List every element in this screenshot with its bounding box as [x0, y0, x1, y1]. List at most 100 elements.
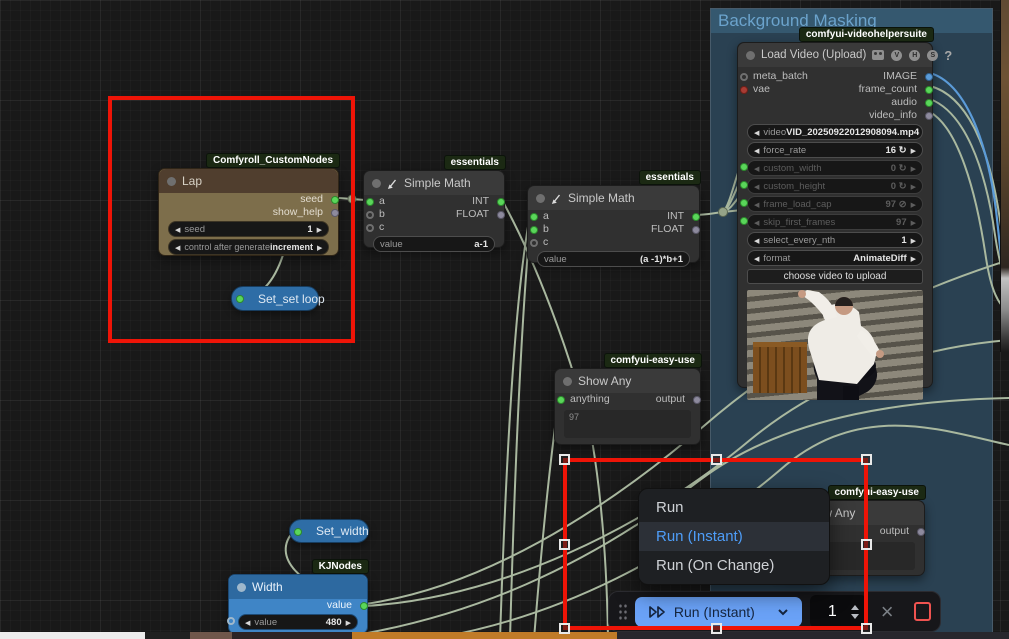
right-arrow-icon[interactable] — [342, 617, 351, 628]
widget-frame-load-cap[interactable]: frame_load_cap 97 ⊘ — [747, 196, 923, 212]
selection-handle[interactable] — [861, 454, 872, 465]
collapse-dot-icon[interactable] — [237, 582, 246, 592]
output-label: INT — [472, 195, 489, 207]
choose-video-button[interactable]: choose video to upload — [747, 269, 923, 284]
node-header[interactable]: Width — [229, 575, 367, 599]
node-editor-canvas[interactable]: Background Masking comfyui-videohelpersu… — [0, 0, 1009, 639]
input-port-custom-width[interactable] — [740, 163, 748, 171]
input-port-b[interactable] — [366, 210, 374, 219]
right-arrow-icon[interactable] — [907, 145, 916, 156]
left-arrow-icon[interactable] — [245, 617, 254, 628]
output-port-frame-count[interactable] — [925, 85, 933, 94]
output-label: FLOAT — [650, 223, 684, 235]
node-badge: essentials — [638, 170, 701, 185]
selection-handle[interactable] — [711, 454, 722, 465]
node-width[interactable]: KJNodes Width value value 480 — [227, 559, 369, 634]
right-arrow-icon[interactable] — [919, 127, 922, 138]
selection-handle[interactable] — [559, 454, 570, 465]
input-port-c[interactable] — [530, 238, 538, 247]
node-header[interactable]: Show Any — [555, 369, 700, 393]
left-arrow-icon[interactable] — [754, 253, 763, 264]
output-port-audio[interactable] — [925, 98, 933, 107]
input-label: a — [543, 210, 549, 222]
input-label: b — [543, 223, 549, 235]
output-port-int[interactable] — [497, 197, 505, 206]
input-port-a[interactable] — [366, 197, 374, 206]
node-show-any-1[interactable]: comfyui-easy-use Show Any anything outpu… — [554, 353, 702, 445]
video-preview — [747, 290, 923, 400]
input-port-custom-height[interactable] — [740, 181, 748, 189]
output-label: INT — [667, 210, 684, 222]
left-arrow-icon[interactable] — [754, 235, 763, 246]
output-port-float[interactable] — [497, 210, 505, 219]
input-label: c — [379, 221, 385, 233]
selection-handle[interactable] — [559, 539, 570, 550]
output-label: value — [326, 599, 352, 611]
collapse-dot-icon[interactable] — [746, 50, 755, 60]
input-port-frame-load-cap[interactable] — [740, 199, 748, 207]
node-header[interactable]: Load Video (Upload) V H S ? — [738, 43, 952, 67]
collapse-dot-icon[interactable] — [536, 193, 545, 203]
right-arrow-icon[interactable] — [907, 235, 916, 246]
right-arrow-icon[interactable] — [907, 163, 916, 174]
left-arrow-icon[interactable] — [754, 181, 763, 192]
right-arrow-icon[interactable] — [907, 253, 916, 264]
output-port-output[interactable] — [917, 527, 925, 536]
node-title: Set_width — [316, 524, 369, 538]
input-port[interactable] — [294, 528, 302, 536]
right-arrow-icon[interactable] — [907, 181, 916, 192]
left-arrow-icon[interactable] — [754, 199, 763, 210]
output-port-value[interactable] — [360, 601, 368, 610]
input-port-c[interactable] — [366, 223, 374, 232]
output-port-output[interactable] — [693, 395, 701, 404]
pencil-icon — [551, 194, 561, 204]
node-set-width[interactable]: Set_width — [289, 519, 369, 543]
output-port-int[interactable] — [692, 212, 700, 221]
show-any-content[interactable]: 97 — [564, 410, 691, 438]
input-port-anything[interactable] — [557, 395, 565, 404]
widget-custom-width[interactable]: custom_width 0 ↻ — [747, 160, 923, 176]
selection-handle[interactable] — [861, 623, 872, 634]
input-port-value[interactable] — [227, 617, 235, 625]
widget-value[interactable]: value a-1 — [373, 236, 495, 252]
widget-value[interactable]: value (a -1)*b+1 — [537, 251, 690, 267]
help-icon[interactable]: ? — [944, 48, 952, 63]
stop-button[interactable] — [913, 602, 932, 621]
output-port-video-info[interactable] — [925, 111, 933, 120]
left-arrow-icon[interactable] — [754, 163, 763, 174]
left-arrow-icon[interactable] — [754, 127, 763, 138]
collapse-dot-icon[interactable] — [563, 376, 572, 386]
selection-handle[interactable] — [559, 623, 570, 634]
output-port-image[interactable] — [925, 72, 933, 81]
node-header[interactable]: Simple Math — [364, 171, 504, 195]
selection-rectangle-2 — [559, 454, 872, 634]
wire — [499, 214, 531, 639]
close-icon[interactable]: × — [881, 600, 894, 622]
node-simple-math-2[interactable]: essentials Simple Math a INT b FLOAT c v… — [527, 170, 701, 267]
bottom-strip-segment — [190, 632, 232, 639]
input-port-vae[interactable] — [740, 85, 748, 94]
widget-select-every-nth[interactable]: select_every_nth 1 — [747, 232, 923, 248]
right-arrow-icon[interactable] — [907, 199, 916, 210]
node-title: Load Video (Upload) — [761, 49, 867, 61]
widget-custom-height[interactable]: custom_height 0 ↻ — [747, 178, 923, 194]
widget-value[interactable]: value 480 — [238, 614, 358, 630]
right-arrow-icon[interactable] — [907, 217, 916, 228]
node-simple-math-1[interactable]: essentials Simple Math a INT b FLOAT c v… — [363, 155, 506, 252]
collapse-dot-icon[interactable] — [372, 178, 381, 188]
widget-force-rate[interactable]: force_rate 16 ↻ — [747, 142, 923, 158]
left-arrow-icon[interactable] — [754, 145, 763, 156]
node-header[interactable]: Simple Math — [528, 186, 699, 210]
input-port-skip-first-frames[interactable] — [740, 217, 748, 225]
left-arrow-icon[interactable] — [754, 217, 763, 228]
input-port-b[interactable] — [530, 225, 538, 234]
output-port-float[interactable] — [692, 225, 700, 234]
widget-format[interactable]: format AnimateDiff — [747, 250, 923, 266]
node-load-video[interactable]: comfyui-videohelpersuite Load Video (Upl… — [737, 27, 952, 400]
input-port-a[interactable] — [530, 212, 538, 221]
selection-handle[interactable] — [711, 623, 722, 634]
widget-video[interactable]: video VID_20250922012908094.mp4 — [747, 124, 923, 140]
widget-skip-first-frames[interactable]: skip_first_frames 97 — [747, 214, 923, 230]
selection-handle[interactable] — [861, 539, 872, 550]
input-port-meta-batch[interactable] — [740, 72, 748, 81]
